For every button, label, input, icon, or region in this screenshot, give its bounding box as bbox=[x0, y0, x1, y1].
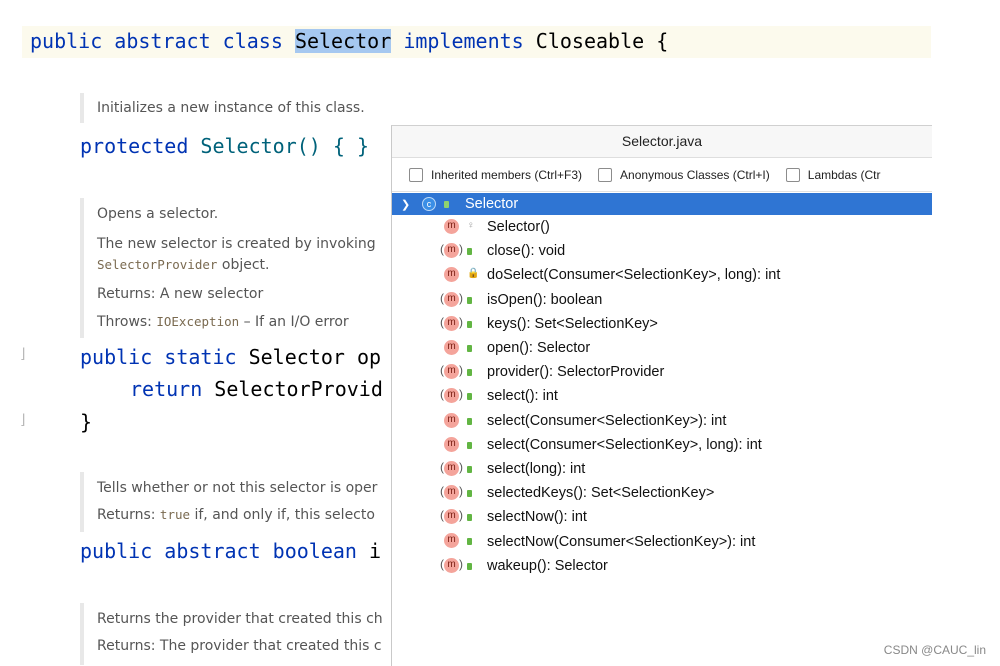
method-icon: m bbox=[440, 484, 463, 501]
popup-title: Selector.java bbox=[392, 126, 932, 158]
fold-marker[interactable]: ⌋ bbox=[20, 346, 25, 362]
chevron-down-icon[interactable]: ❯ bbox=[401, 198, 410, 211]
anonymous-classes-checkbox[interactable]: Anonymous Classes (Ctrl+I) bbox=[598, 167, 770, 182]
doc-comment-constructor: Initializes a new instance of this class… bbox=[80, 93, 407, 123]
tree-member-label: select(Consumer<SelectionKey>, long): in… bbox=[487, 436, 762, 453]
file-structure-popup[interactable]: Selector.java Inherited members (Ctrl+F3… bbox=[391, 125, 932, 666]
tree-member-item[interactable]: m provider(): SelectorProvider bbox=[392, 360, 932, 384]
return-statement: return SelectorProvid bbox=[130, 377, 383, 401]
class-icon: c bbox=[422, 197, 436, 211]
tree-member-item[interactable]: m selectNow(): int bbox=[392, 505, 932, 529]
private-lock-icon: 🔒 bbox=[467, 268, 480, 280]
open-method-declaration: public static Selector op bbox=[80, 345, 382, 369]
tree-member-label: wakeup(): Selector bbox=[487, 557, 608, 574]
tree-member-item[interactable]: m ♀ Selector() bbox=[392, 215, 932, 239]
tree-member-item[interactable]: m close(): void bbox=[392, 239, 932, 263]
method-icon: m bbox=[444, 436, 459, 452]
tree-member-item[interactable]: m select(Consumer<SelectionKey>, long): i… bbox=[392, 433, 932, 457]
public-visibility-icon bbox=[467, 296, 472, 304]
closing-brace: } bbox=[80, 410, 93, 434]
lambdas-checkbox[interactable]: Lambdas (Ctr bbox=[785, 167, 880, 182]
method-icon: m bbox=[444, 339, 459, 355]
doc-comment-provider: Returns the provider that created this c… bbox=[80, 603, 407, 665]
tree-member-item[interactable]: m select(): int bbox=[392, 384, 932, 408]
doc-comment-isopen: Tells whether or not this selector is op… bbox=[80, 472, 407, 532]
public-visibility-icon bbox=[467, 393, 472, 401]
method-icon: m bbox=[444, 219, 459, 234]
tree-member-label: select(long): int bbox=[487, 460, 586, 477]
popup-options-bar: Inherited members (Ctrl+F3) Anonymous Cl… bbox=[392, 158, 932, 192]
public-visibility-icon bbox=[467, 465, 472, 473]
public-visibility-icon bbox=[467, 490, 472, 498]
tree-member-item[interactable]: m wakeup(): Selector bbox=[392, 554, 932, 578]
checkbox-box[interactable] bbox=[785, 167, 800, 182]
doc-comment-open: Opens a selector. The new selector is cr… bbox=[80, 198, 407, 338]
selected-class-name[interactable]: Selector bbox=[294, 29, 392, 53]
tree-member-label: doSelect(Consumer<SelectionKey>, long): … bbox=[487, 267, 781, 284]
tree-member-label: close(): void bbox=[487, 243, 566, 260]
tree-member-label: open(): Selector bbox=[487, 340, 591, 357]
public-visibility-icon bbox=[467, 369, 472, 377]
structure-tree[interactable]: ❯ c Selector m♀Selector()mclose(): voidm… bbox=[392, 193, 932, 578]
tree-root-selector[interactable]: ❯ c Selector bbox=[392, 193, 932, 215]
tree-member-item[interactable]: m 🔒 doSelect(Consumer<SelectionKey>, long)… bbox=[392, 263, 932, 287]
method-icon: m bbox=[440, 508, 463, 525]
watermark: CSDN @CAUC_lin bbox=[883, 643, 986, 657]
tree-member-label: Selector() bbox=[487, 219, 550, 236]
tree-member-item[interactable]: m keys(): Set<SelectionKey> bbox=[392, 312, 932, 336]
public-visibility-icon bbox=[467, 538, 472, 546]
public-visibility-icon bbox=[467, 344, 472, 352]
fold-marker-end[interactable]: ⌋ bbox=[20, 412, 25, 428]
public-visibility-icon bbox=[467, 248, 472, 256]
public-visibility-icon bbox=[467, 441, 472, 449]
checkbox-box[interactable] bbox=[409, 167, 423, 182]
method-icon: m bbox=[440, 315, 463, 331]
public-visibility-icon bbox=[444, 201, 449, 208]
tree-member-label: isOpen(): boolean bbox=[487, 291, 603, 308]
method-icon: m bbox=[444, 267, 459, 283]
method-icon: m bbox=[444, 533, 459, 549]
tree-member-label: select(Consumer<SelectionKey>): int bbox=[487, 412, 727, 429]
checkbox-box[interactable] bbox=[598, 167, 613, 182]
inherited-members-checkbox[interactable]: Inherited members (Ctrl+F3) bbox=[409, 167, 582, 182]
tree-member-label: selectNow(Consumer<SelectionKey>): int bbox=[487, 533, 756, 550]
method-icon: m bbox=[440, 363, 463, 380]
tree-member-label: provider(): SelectorProvider bbox=[487, 364, 665, 381]
public-visibility-icon bbox=[467, 514, 472, 522]
method-icon: m bbox=[440, 557, 463, 573]
tree-member-item[interactable]: m selectedKeys(): Set<SelectionKey> bbox=[392, 481, 932, 505]
tree-member-item[interactable]: m select(Consumer<SelectionKey>): int bbox=[392, 409, 932, 433]
method-icon: m bbox=[440, 242, 463, 259]
isopen-method-declaration: public abstract boolean i bbox=[80, 539, 382, 563]
tree-member-item[interactable]: m selectNow(Consumer<SelectionKey>): int bbox=[392, 529, 932, 553]
tree-member-item[interactable]: m isOpen(): boolean bbox=[392, 288, 932, 312]
tree-member-label: selectNow(): int bbox=[487, 509, 587, 526]
method-icon: m bbox=[440, 460, 463, 476]
package-visibility-icon: ♀ bbox=[467, 220, 475, 231]
public-visibility-icon bbox=[467, 562, 472, 570]
tree-member-label: select(): int bbox=[487, 388, 558, 405]
tree-member-label: keys(): Set<SelectionKey> bbox=[487, 315, 658, 332]
public-visibility-icon bbox=[467, 417, 472, 425]
tree-member-item[interactable]: m open(): Selector bbox=[392, 336, 932, 360]
tree-member-item[interactable]: m select(long): int bbox=[392, 457, 932, 481]
tree-member-label: selectedKeys(): Set<SelectionKey> bbox=[487, 485, 715, 502]
method-icon: m bbox=[444, 412, 459, 428]
method-icon: m bbox=[440, 387, 463, 404]
method-icon: m bbox=[440, 291, 463, 307]
public-visibility-icon bbox=[467, 320, 472, 328]
class-declaration: public abstract class Selector implement… bbox=[30, 29, 669, 53]
constructor-declaration: protected Selector() { } bbox=[80, 134, 369, 158]
